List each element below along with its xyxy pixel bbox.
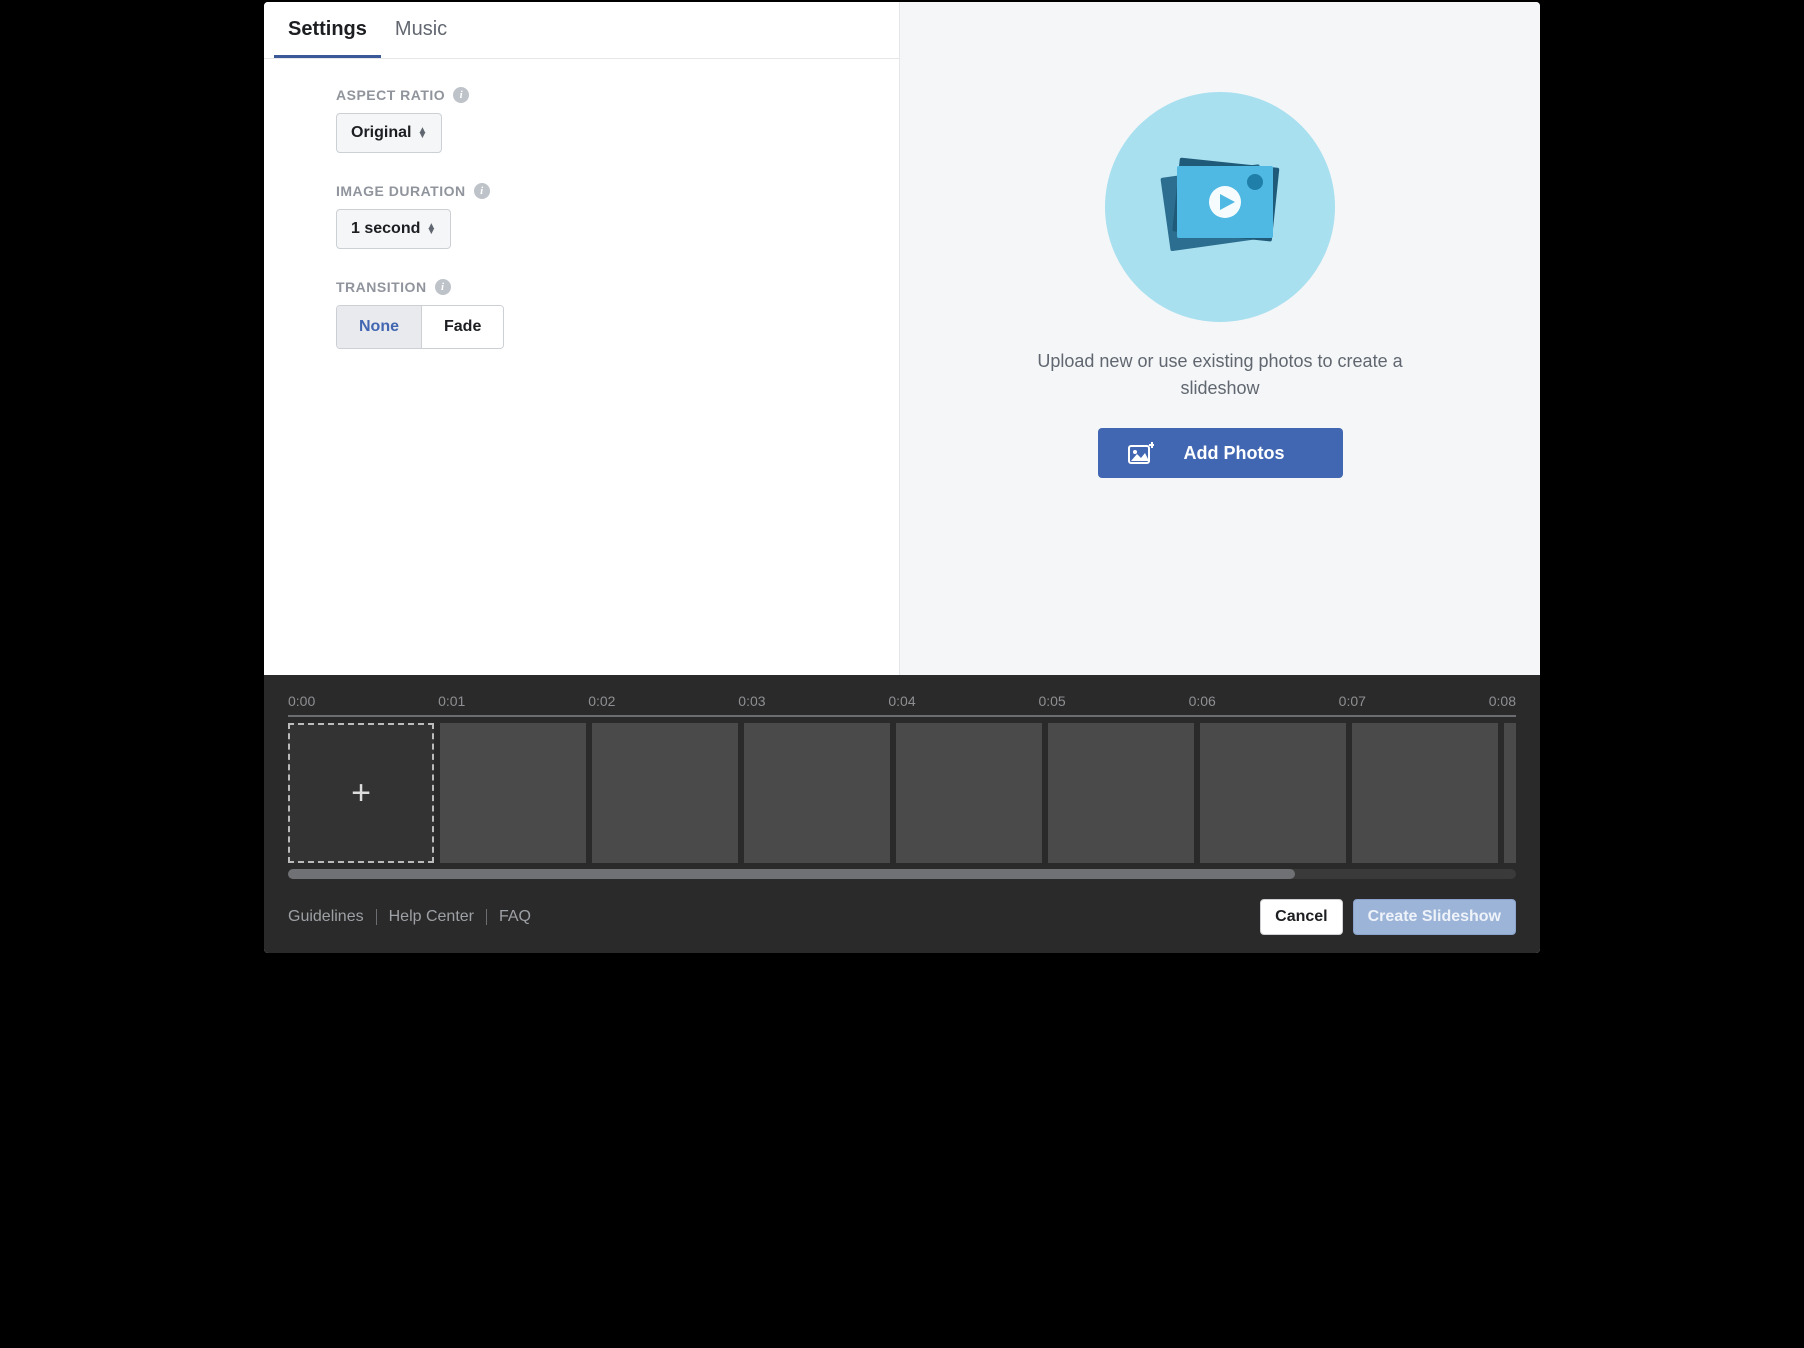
timeline-slot[interactable] xyxy=(1352,723,1498,863)
add-photos-label: Add Photos xyxy=(1184,443,1285,464)
left-panel: Settings Music ASPECT RATIO i Original ▲… xyxy=(264,2,900,675)
timeline-slot[interactable] xyxy=(1048,723,1194,863)
timeline: 0:00 0:01 0:02 0:03 0:04 0:05 0:06 0:07 … xyxy=(264,675,1540,885)
timeline-slot[interactable] xyxy=(1504,723,1516,863)
image-duration-group: IMAGE DURATION i 1 second ▲▼ xyxy=(336,183,839,249)
add-photos-button[interactable]: Add Photos xyxy=(1098,428,1343,478)
image-duration-label: IMAGE DURATION xyxy=(336,183,466,199)
upload-hint: Upload new or use existing photos to cre… xyxy=(1010,348,1430,402)
slideshow-illustration xyxy=(1105,92,1335,322)
chevron-updown-icon: ▲▼ xyxy=(417,128,427,138)
timeline-slot[interactable] xyxy=(744,723,890,863)
tick-label: 0:07 xyxy=(1339,693,1366,709)
tick-label: 0:03 xyxy=(738,693,765,709)
info-icon[interactable]: i xyxy=(435,279,451,295)
aspect-ratio-group: ASPECT RATIO i Original ▲▼ xyxy=(336,87,839,153)
chevron-updown-icon: ▲▼ xyxy=(426,224,436,234)
timeline-slot[interactable] xyxy=(440,723,586,863)
timeline-ticks: 0:00 0:01 0:02 0:03 0:04 0:05 0:06 0:07 … xyxy=(288,693,1516,709)
transition-group: TRANSITION i None Fade xyxy=(336,279,839,349)
tick-label: 0:01 xyxy=(438,693,465,709)
link-guidelines[interactable]: Guidelines xyxy=(288,908,364,926)
info-icon[interactable]: i xyxy=(453,87,469,103)
separator xyxy=(486,909,487,925)
timeline-scrollbar[interactable] xyxy=(288,869,1516,879)
footer: Guidelines Help Center FAQ Cancel Create… xyxy=(264,885,1540,953)
separator xyxy=(376,909,377,925)
slideshow-icon xyxy=(1145,142,1295,272)
timeline-slot[interactable] xyxy=(1200,723,1346,863)
image-duration-select[interactable]: 1 second ▲▼ xyxy=(336,209,451,249)
aspect-ratio-label: ASPECT RATIO xyxy=(336,87,445,103)
timeline-ruler xyxy=(288,715,1516,717)
cancel-button[interactable]: Cancel xyxy=(1260,899,1342,935)
tick-label: 0:05 xyxy=(1038,693,1065,709)
aspect-ratio-value: Original xyxy=(351,124,411,142)
transition-segmented: None Fade xyxy=(336,305,504,349)
image-duration-value: 1 second xyxy=(351,220,420,238)
right-panel: Upload new or use existing photos to cre… xyxy=(900,2,1540,675)
link-faq[interactable]: FAQ xyxy=(499,908,531,926)
tick-label: 0:06 xyxy=(1189,693,1216,709)
tick-label: 0:04 xyxy=(888,693,915,709)
settings-form: ASPECT RATIO i Original ▲▼ IMAGE DURATIO… xyxy=(264,59,899,399)
tabs: Settings Music xyxy=(264,2,899,59)
timeline-slot[interactable] xyxy=(896,723,1042,863)
timeline-scrollbar-thumb[interactable] xyxy=(288,869,1295,879)
create-slideshow-button[interactable]: Create Slideshow xyxy=(1353,899,1516,935)
transition-label: TRANSITION xyxy=(336,279,427,295)
image-plus-icon xyxy=(1128,442,1154,464)
tick-label: 0:02 xyxy=(588,693,615,709)
link-help-center[interactable]: Help Center xyxy=(389,908,474,926)
tick-label: 0:00 xyxy=(288,693,315,709)
timeline-slots: + xyxy=(288,723,1516,863)
slideshow-dialog: Settings Music ASPECT RATIO i Original ▲… xyxy=(262,0,1542,955)
transition-none[interactable]: None xyxy=(337,306,421,348)
info-icon[interactable]: i xyxy=(474,183,490,199)
add-slot[interactable]: + xyxy=(288,723,434,863)
tab-music[interactable]: Music xyxy=(381,2,461,58)
transition-fade[interactable]: Fade xyxy=(421,306,503,348)
aspect-ratio-select[interactable]: Original ▲▼ xyxy=(336,113,442,153)
footer-links: Guidelines Help Center FAQ xyxy=(288,908,531,926)
timeline-slot[interactable] xyxy=(592,723,738,863)
plus-icon: + xyxy=(351,774,371,813)
footer-buttons: Cancel Create Slideshow xyxy=(1260,899,1516,935)
tick-label: 0:08 xyxy=(1489,693,1516,709)
top-area: Settings Music ASPECT RATIO i Original ▲… xyxy=(264,2,1540,675)
tab-settings[interactable]: Settings xyxy=(274,2,381,58)
